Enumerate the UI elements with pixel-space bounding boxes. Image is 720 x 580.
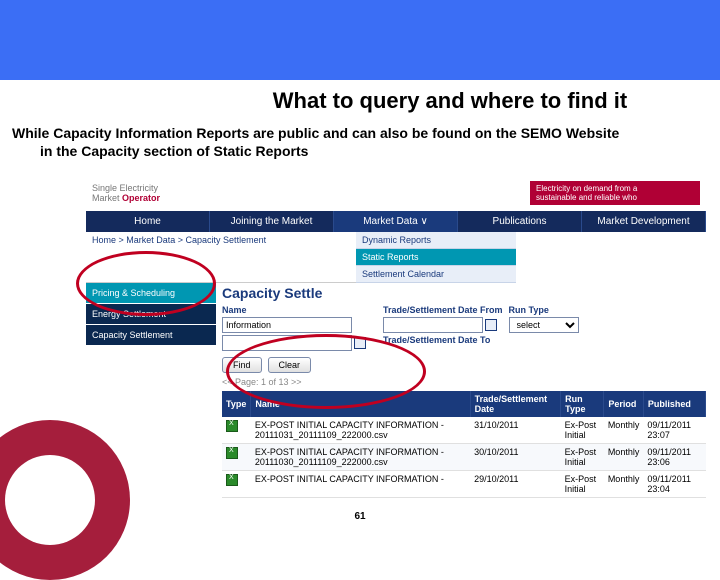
table-row: EX-POST INITIAL CAPACITY INFORMATION - 2… bbox=[222, 417, 706, 444]
nav-market-data[interactable]: Market Data ∨ bbox=[334, 211, 458, 232]
semo-logo: Single Electricity Market Operator bbox=[92, 183, 160, 203]
main-content: Capacity Settle Name x x Trade/Settlemen… bbox=[216, 283, 706, 498]
page-number: 61 bbox=[0, 511, 720, 522]
strapline-banner: Electricity on demand from a sustainable… bbox=[530, 181, 700, 205]
logo-line1: Single Electricity bbox=[92, 183, 160, 193]
body-line-1: While Capacity Information Reports are p… bbox=[12, 125, 619, 141]
xls-icon[interactable] bbox=[226, 447, 238, 459]
sidebar-item-energy[interactable]: Energy Settlement bbox=[86, 304, 216, 325]
xls-icon[interactable] bbox=[226, 420, 238, 432]
th-type: Type bbox=[222, 391, 251, 417]
run-type-select[interactable]: select bbox=[509, 317, 579, 333]
clear-button[interactable]: Clear bbox=[268, 357, 312, 373]
run-type-label: Run Type bbox=[509, 305, 579, 315]
table-row: EX-POST INITIAL CAPACITY INFORMATION - 2… bbox=[222, 444, 706, 471]
nav-joining[interactable]: Joining the Market bbox=[210, 211, 334, 232]
submenu-dynamic[interactable]: Dynamic Reports bbox=[356, 232, 516, 249]
calendar-icon[interactable] bbox=[485, 319, 497, 331]
embedded-screenshot: Single Electricity Market Operator Elect… bbox=[86, 179, 706, 479]
filter-row: Name x x Trade/Settlement Date From Trad… bbox=[222, 305, 706, 351]
results-table: Type Name Trade/Settlement Date Run Type… bbox=[222, 391, 706, 498]
th-period: Period bbox=[604, 391, 644, 417]
nav-publications[interactable]: Publications bbox=[458, 211, 582, 232]
slide-body: While Capacity Information Reports are p… bbox=[0, 120, 720, 168]
xls-icon[interactable] bbox=[226, 474, 238, 486]
slide-title: What to query and where to find it bbox=[0, 80, 720, 120]
th-date: Trade/Settlement Date bbox=[470, 391, 561, 417]
body-line-2: in the Capacity section of Static Report… bbox=[12, 142, 700, 160]
main-nav: Home Joining the Market Market Data ∨ Pu… bbox=[86, 211, 706, 232]
nav-market-dev[interactable]: Market Development bbox=[582, 211, 706, 232]
chevron-down-icon: ∨ bbox=[420, 216, 427, 227]
submenu-static[interactable]: Static Reports bbox=[356, 249, 516, 266]
calendar-icon[interactable] bbox=[354, 337, 366, 349]
date-from-input[interactable] bbox=[383, 317, 483, 333]
name-label: Name bbox=[222, 305, 366, 315]
slide-blue-band bbox=[0, 0, 720, 80]
submenu-calendar[interactable]: Settlement Calendar bbox=[356, 266, 516, 283]
date-from-label: Trade/Settlement Date From bbox=[383, 305, 503, 315]
page-heading: Capacity Settle bbox=[222, 283, 706, 303]
sidebar-item-capacity[interactable]: Capacity Settlement bbox=[86, 325, 216, 346]
table-header-row: Type Name Trade/Settlement Date Run Type… bbox=[222, 391, 706, 417]
find-button[interactable]: Find bbox=[222, 357, 262, 373]
date-to-label: Trade/Settlement Date To bbox=[383, 335, 503, 345]
date-to-input[interactable] bbox=[222, 335, 352, 351]
market-data-submenu: Dynamic Reports Static Reports Settlemen… bbox=[356, 232, 516, 283]
th-run: Run Type bbox=[561, 391, 604, 417]
table-row: EX-POST INITIAL CAPACITY INFORMATION - 2… bbox=[222, 471, 706, 498]
th-published: Published bbox=[643, 391, 705, 417]
name-input[interactable] bbox=[222, 317, 352, 333]
sidebar-item-pricing[interactable]: Pricing & Scheduling bbox=[86, 283, 216, 304]
th-name: Name bbox=[251, 391, 470, 417]
breadcrumb: Home > Market Data > Capacity Settlement bbox=[86, 232, 356, 283]
nav-home[interactable]: Home bbox=[86, 211, 210, 232]
pager: << Page: 1 of 13 >> bbox=[222, 377, 706, 387]
